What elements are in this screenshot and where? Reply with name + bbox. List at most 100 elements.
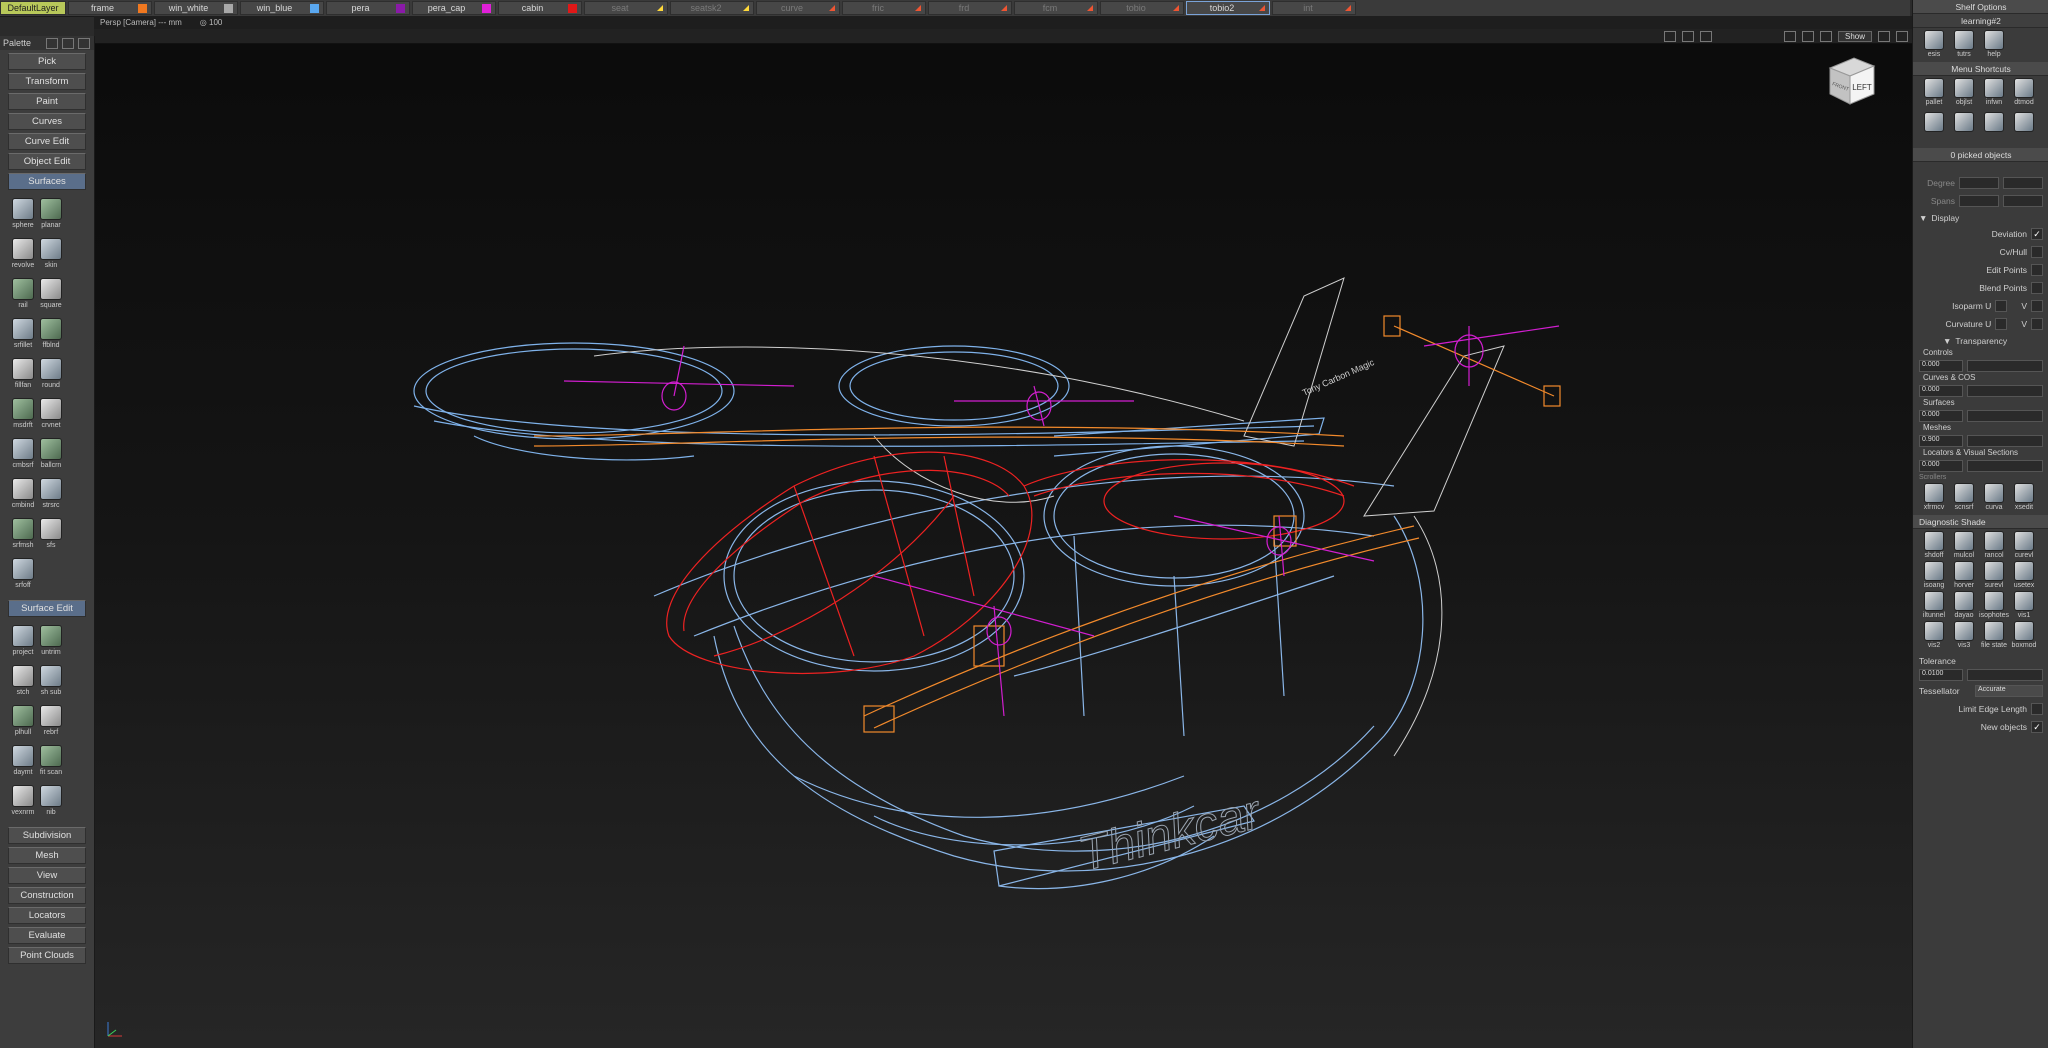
shelf-isoang[interactable]: isoang [1919, 561, 1949, 591]
layer-tab[interactable]: pera_cap [412, 1, 496, 15]
tool-revolve[interactable]: revolve [9, 235, 37, 275]
tool-cmbsrf[interactable]: cmbsrf [9, 435, 37, 475]
tool-sfs[interactable]: sfs [37, 515, 65, 555]
tool-sh-sub[interactable]: sh sub [37, 662, 65, 702]
transparency-section[interactable]: ▼ Transparency [1913, 333, 2048, 348]
shelf-shdoff[interactable]: shdoff [1919, 531, 1949, 561]
layer-tab[interactable]: int [1272, 1, 1356, 15]
transparency-slider[interactable] [1967, 385, 2043, 397]
layer-tab[interactable]: cabin [498, 1, 582, 15]
shelf-dtmod[interactable]: dtmod [2009, 78, 2039, 108]
learning-shelf-tab[interactable]: learning#2 [1913, 14, 2048, 28]
display-option-checkbox[interactable] [1995, 300, 2008, 312]
shelf-xsedit[interactable]: xsedit [2009, 483, 2039, 513]
shelf-vis2[interactable]: vis2 [1919, 621, 1949, 651]
shelf-curva[interactable]: curva [1979, 483, 2009, 513]
tool-plhull[interactable]: plhull [9, 702, 37, 742]
tool-srfmsh[interactable]: srfmsh [9, 515, 37, 555]
layer-tab[interactable]: win_blue [240, 1, 324, 15]
menu-curve-edit[interactable]: Curve Edit [8, 133, 86, 150]
display-option-checkbox[interactable] [2031, 282, 2043, 294]
tool-stch[interactable]: stch [9, 662, 37, 702]
layer-tab[interactable]: frame [68, 1, 152, 15]
degree-v-field[interactable] [2003, 177, 2043, 189]
limit-edge-checkbox[interactable] [2031, 703, 2043, 715]
layer-color-swatch[interactable] [224, 3, 233, 13]
layer-color-swatch[interactable] [482, 3, 491, 13]
transparency-slider[interactable] [1967, 460, 2043, 472]
layer-color-swatch[interactable] [396, 3, 405, 13]
shelf-surevl[interactable]: surevl [1979, 561, 2009, 591]
menu-paint[interactable]: Paint [8, 93, 86, 110]
display-option-v-checkbox[interactable] [2031, 318, 2043, 330]
display-option-checkbox[interactable] [1995, 318, 2008, 330]
tool-srfillet[interactable]: srfillet [9, 315, 37, 355]
transparency-value-field[interactable]: 0.000 [1919, 385, 1963, 397]
shelf-dayao[interactable]: dayao [1949, 591, 1979, 621]
shelf-xfrmcv[interactable]: xfrmcv [1919, 483, 1949, 513]
layer-tab[interactable]: fric [842, 1, 926, 15]
tool-ballcrn[interactable]: ballcrn [37, 435, 65, 475]
transparency-value-field[interactable]: 0.000 [1919, 360, 1963, 372]
shelf-iltunnel[interactable]: iltunnel [1919, 591, 1949, 621]
menu-mesh[interactable]: Mesh [8, 847, 86, 864]
shelf-scnsrf[interactable]: scnsrf [1949, 483, 1979, 513]
menu-pick[interactable]: Pick [8, 53, 86, 70]
shelf-mulcol[interactable]: mulcol [1949, 531, 1979, 561]
menu-subdivision[interactable]: Subdivision [8, 827, 86, 844]
close-icon[interactable] [78, 37, 90, 49]
menu-curves[interactable]: Curves [8, 113, 86, 130]
shelf-tutrs[interactable]: tutrs [1949, 30, 1979, 60]
layer-tab[interactable]: DefaultLayer [0, 1, 66, 15]
shelf-esis[interactable]: esis [1919, 30, 1949, 60]
layer-tab[interactable]: frd [928, 1, 1012, 15]
shelf-help[interactable]: help [1979, 30, 2009, 60]
modeling-viewport[interactable]: Persp [Camera] --- mm ◎ 100 Show Thinkca… [94, 16, 1912, 1048]
display-option-checkbox[interactable]: ✓ [2031, 228, 2043, 240]
menu-object-edit[interactable]: Object Edit [8, 153, 86, 170]
menu-transform[interactable]: Transform [8, 73, 86, 90]
tool-daymt[interactable]: daymt [9, 742, 37, 782]
tool-rail[interactable]: rail [9, 275, 37, 315]
layer-tab[interactable]: seat [584, 1, 668, 15]
shelf-objlst[interactable]: objlst [1949, 78, 1979, 108]
tool-planar[interactable]: planar [37, 195, 65, 235]
tool-project[interactable]: project [9, 622, 37, 662]
shelf-rancol[interactable]: rancol [1979, 531, 2009, 561]
tool-nib[interactable]: nib [37, 782, 65, 822]
shelf-usetex[interactable]: usetex [2009, 561, 2039, 591]
shortcut-brush-icon[interactable] [1919, 112, 1949, 142]
shelf-vis1[interactable]: vis1 [2009, 591, 2039, 621]
tool-strsrc[interactable]: strsrc [37, 475, 65, 515]
tool-skin[interactable]: skin [37, 235, 65, 275]
menu-locators[interactable]: Locators [8, 907, 86, 924]
surface-edit-tab[interactable]: Surface Edit [8, 600, 86, 617]
layer-tab[interactable]: pera [326, 1, 410, 15]
display-option-checkbox[interactable] [2031, 264, 2043, 276]
tool-round[interactable]: round [37, 355, 65, 395]
shelf-vis3[interactable]: vis3 [1949, 621, 1979, 651]
tessellator-select[interactable]: Accurate [1975, 685, 2043, 697]
surfaces-tab[interactable]: Surfaces [8, 173, 86, 190]
layer-tab[interactable]: seatsk2 [670, 1, 754, 15]
shelf-isophotes[interactable]: isophotes [1979, 591, 2009, 621]
shelf-boxmod[interactable]: boxmod [2009, 621, 2039, 651]
tool-cmbind[interactable]: cmbind [9, 475, 37, 515]
menu-construction[interactable]: Construction [8, 887, 86, 904]
layer-color-swatch[interactable] [310, 3, 319, 13]
menu-evaluate[interactable]: Evaluate [8, 927, 86, 944]
palette-layout-icon[interactable] [46, 37, 58, 49]
shelf-horver[interactable]: horver [1949, 561, 1979, 591]
transparency-value-field[interactable]: 0.000 [1919, 410, 1963, 422]
layer-tab[interactable]: curve [756, 1, 840, 15]
palette-options-icon[interactable] [62, 37, 74, 49]
menu-shortcuts-header[interactable]: Menu Shortcuts [1913, 62, 2048, 76]
tool-square[interactable]: square [37, 275, 65, 315]
tool-fit-scan[interactable]: fit scan [37, 742, 65, 782]
shelf-infwn[interactable]: infwn [1979, 78, 2009, 108]
shortcut-scatter-icon[interactable] [1949, 112, 1979, 142]
transparency-value-field[interactable]: 0.000 [1919, 460, 1963, 472]
transparency-value-field[interactable]: 0.900 [1919, 435, 1963, 447]
degree-u-field[interactable] [1959, 177, 1999, 189]
layer-tab[interactable]: win_white [154, 1, 238, 15]
